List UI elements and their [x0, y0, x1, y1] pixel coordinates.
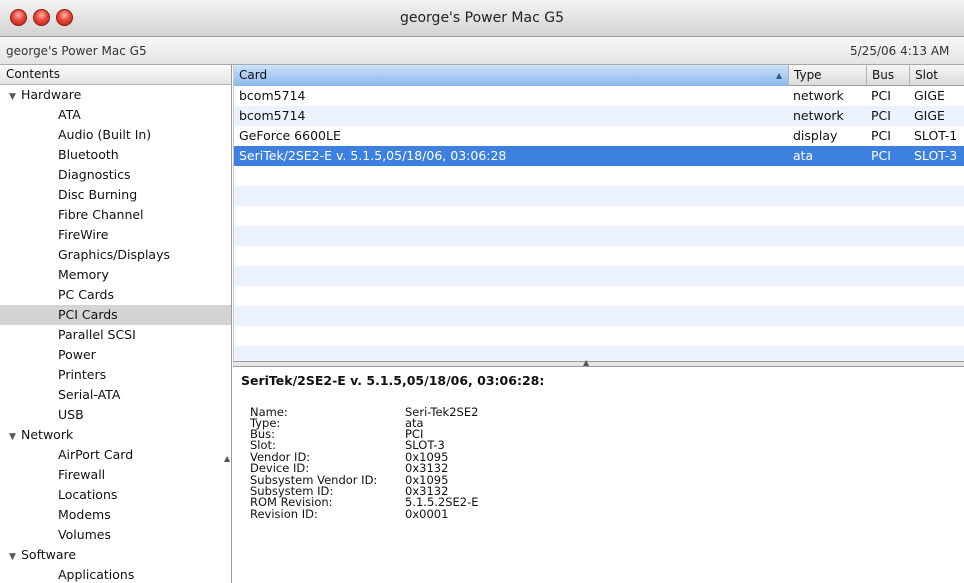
sidebar-item-airport-card[interactable]: AirPort Card — [0, 445, 231, 465]
sidebar-item-usb[interactable]: USB — [0, 405, 231, 425]
table-row-empty — [234, 306, 964, 326]
sidebar-item-bluetooth[interactable]: Bluetooth — [0, 145, 231, 165]
sidebar-item-firewire[interactable]: FireWire — [0, 225, 231, 245]
column-header-bus[interactable]: Bus — [867, 65, 910, 86]
sidebar-group-label: Software — [21, 547, 77, 562]
column-header-type[interactable]: Type — [789, 65, 867, 86]
sidebar-group-network[interactable]: ▼ Network — [0, 425, 231, 445]
table-row-empty — [234, 346, 964, 361]
table-row[interactable]: SeriTek/2SE2-E v. 5.1.5,05/18/06, 03:06:… — [234, 146, 964, 166]
sidebar-group-software[interactable]: ▼ Software — [0, 545, 231, 565]
sidebar-item-locations[interactable]: Locations — [0, 485, 231, 505]
table-row-empty — [234, 226, 964, 246]
window-title: george's Power Mac G5 — [399, 10, 564, 26]
cell-type: network — [793, 88, 844, 103]
detail-field-label: Revision ID: — [250, 507, 318, 521]
cell-type: network — [793, 108, 844, 123]
table-body[interactable]: bcom5714 network PCI GIGE bcom5714 network PCI… — [234, 86, 964, 361]
sidebar-group-label: Hardware — [21, 87, 82, 102]
cell-card: SeriTek/2SE2-E v. 5.1.5,05/18/06, 03:06:… — [239, 148, 507, 163]
cell-bus: PCI — [871, 148, 891, 163]
contents-sidebar[interactable]: Contents ▼ Hardware ATA Audio (Built In) Blu… — [0, 65, 232, 583]
disclosure-triangle-icon[interactable]: ▼ — [9, 87, 21, 107]
cell-card: bcom5714 — [239, 88, 306, 103]
title-bar[interactable]: george's Power Mac G5 — [0, 0, 964, 37]
table-row-empty — [234, 246, 964, 266]
cell-bus: PCI — [871, 128, 891, 143]
table-row-empty — [234, 286, 964, 306]
cell-card: bcom5714 — [239, 108, 306, 123]
sidebar-item-graphics-displays[interactable]: Graphics/Displays — [0, 245, 231, 265]
sidebar-item-serial-ata[interactable]: Serial-ATA — [0, 385, 231, 405]
sidebar-item-ata[interactable]: ATA — [0, 105, 231, 125]
table-header: Card ▲ Type Bus Slot — [234, 65, 964, 86]
sort-ascending-icon: ▲ — [775, 71, 782, 80]
sidebar-resize-handle-icon[interactable]: ▲ — [224, 454, 230, 463]
cell-card: GeForce 6600LE — [239, 128, 341, 143]
cell-slot: GIGE — [914, 108, 945, 123]
sidebar-item-applications[interactable]: Applications — [0, 565, 231, 583]
sidebar-item-fibre-channel[interactable]: Fibre Channel — [0, 205, 231, 225]
detail-pane: SeriTek/2SE2-E v. 5.1.5,05/18/06, 03:06:… — [233, 367, 964, 583]
sidebar-group-label: Network — [21, 427, 74, 442]
report-timestamp: 5/25/06 4:13 AM — [850, 44, 950, 58]
sidebar-item-audio-built-in[interactable]: Audio (Built In) — [0, 125, 231, 145]
table-row-empty — [234, 326, 964, 346]
cell-type: ata — [793, 148, 814, 163]
sidebar-item-volumes[interactable]: Volumes — [0, 525, 231, 545]
cell-bus: PCI — [871, 88, 891, 103]
cell-bus: PCI — [871, 108, 891, 123]
detail-field: Revision ID: 0x0001 — [250, 508, 670, 520]
column-header-card[interactable]: Card ▲ — [234, 65, 789, 86]
sidebar-item-disc-burning[interactable]: Disc Burning — [0, 185, 231, 205]
table-row-empty — [234, 266, 964, 286]
detail-field: Slot: SLOT-3 — [250, 439, 670, 451]
cell-slot: SLOT-1 — [914, 128, 958, 143]
table-row-empty — [234, 186, 964, 206]
cell-slot: SLOT-3 — [914, 148, 958, 163]
table-row[interactable]: GeForce 6600LE display PCI SLOT-1 — [234, 126, 964, 146]
contents-tree[interactable]: ▼ Hardware ATA Audio (Built In) Bluetooth Dia… — [0, 85, 231, 583]
sidebar-item-parallel-scsi[interactable]: Parallel SCSI — [0, 325, 231, 345]
sidebar-item-modems[interactable]: Modems — [0, 505, 231, 525]
machine-name: george's Power Mac G5 — [6, 44, 147, 58]
sidebar-item-printers[interactable]: Printers — [0, 365, 231, 385]
contents-header: Contents — [0, 65, 231, 85]
disclosure-triangle-icon[interactable]: ▼ — [9, 427, 21, 447]
splitter-grip-icon: ▲ — [583, 358, 590, 367]
sidebar-item-diagnostics[interactable]: Diagnostics — [0, 165, 231, 185]
sidebar-item-power[interactable]: Power — [0, 345, 231, 365]
sidebar-group-hardware[interactable]: ▼ Hardware — [0, 85, 231, 105]
cell-slot: GIGE — [914, 88, 945, 103]
table-row-empty — [234, 166, 964, 186]
sidebar-item-firewall[interactable]: Firewall — [0, 465, 231, 485]
cell-type: display — [793, 128, 838, 143]
sidebar-item-memory[interactable]: Memory — [0, 265, 231, 285]
table-row[interactable]: bcom5714 network PCI GIGE — [234, 86, 964, 106]
sidebar-item-pci-cards[interactable]: PCI Cards — [0, 305, 231, 325]
table-row[interactable]: bcom5714 network PCI GIGE — [234, 106, 964, 126]
detail-field-value: 0x0001 — [405, 507, 449, 521]
table-row-empty — [234, 206, 964, 226]
pci-cards-table[interactable]: Card ▲ Type Bus Slot bcom5714 network PCI G… — [233, 65, 964, 361]
sidebar-item-pc-cards[interactable]: PC Cards — [0, 285, 231, 305]
detail-title: SeriTek/2SE2-E v. 5.1.5,05/18/06, 03:06:… — [241, 373, 545, 388]
disclosure-triangle-icon[interactable]: ▼ — [9, 547, 21, 567]
column-header-slot[interactable]: Slot — [910, 65, 964, 86]
info-bar: george's Power Mac G5 5/25/06 4:13 AM — [0, 37, 964, 65]
